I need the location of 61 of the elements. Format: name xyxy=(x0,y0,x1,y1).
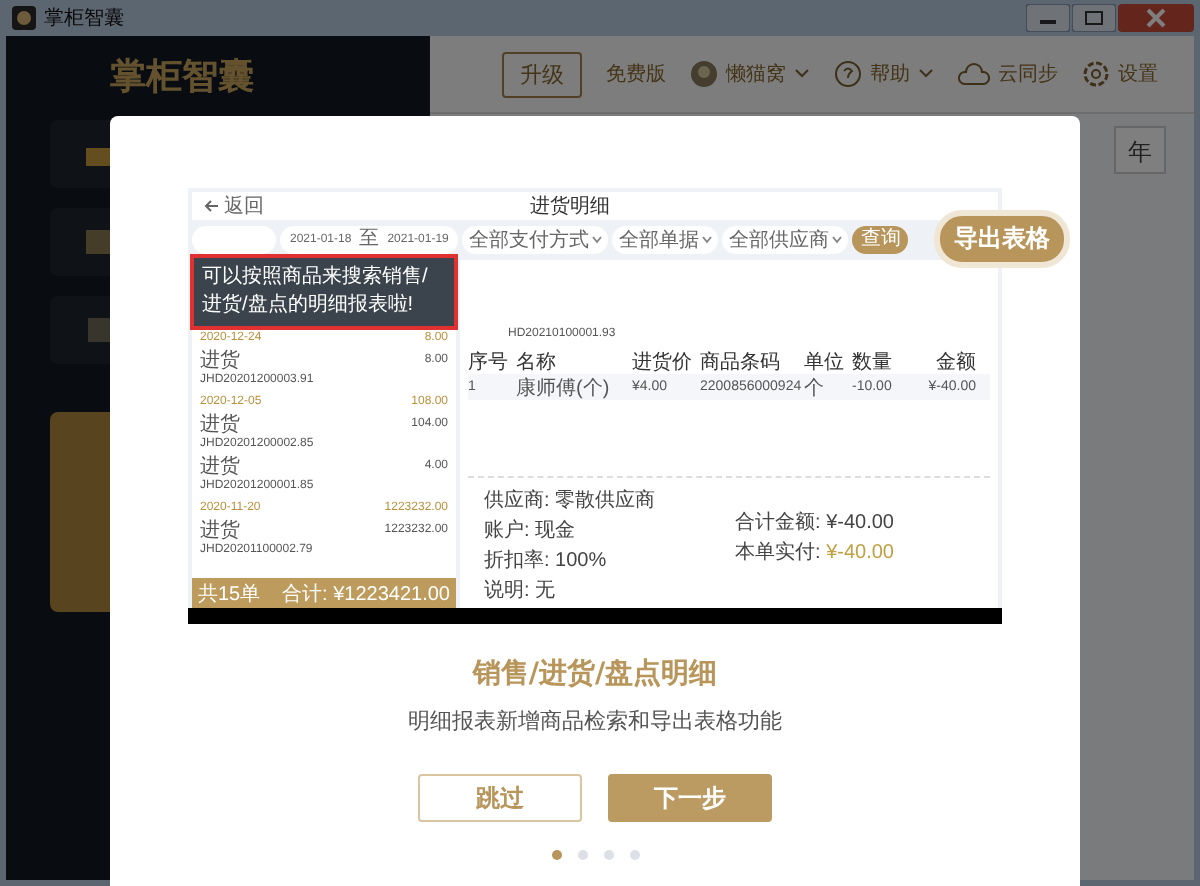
column-header: 单位 xyxy=(804,349,846,375)
minimize-icon[interactable] xyxy=(1026,4,1070,32)
caret-icon xyxy=(832,236,843,244)
order-count: 共15单 xyxy=(198,581,261,607)
caret-icon xyxy=(794,68,810,80)
upgrade-button[interactable]: 升级 xyxy=(502,51,582,97)
column-header: 序号 xyxy=(468,349,510,375)
column-header: 名称 xyxy=(516,349,558,375)
year-selector[interactable]: 年 xyxy=(1114,126,1166,174)
tooltip: 可以按照商品来搜索销售/进货/盘点的明细报表啦! xyxy=(194,258,454,326)
skip-button[interactable]: 跳过 xyxy=(418,774,582,822)
close-icon[interactable] xyxy=(1118,4,1194,32)
table-cell-text: 康师傅(个) xyxy=(516,375,612,401)
table-cell-text: 个 xyxy=(804,375,826,401)
cloud-icon xyxy=(958,62,990,86)
help-icon xyxy=(834,60,862,88)
column-header: 商品条码 xyxy=(700,349,782,375)
filter-dropdown[interactable]: 全部支付方式 xyxy=(462,226,609,254)
total-amount: 合计: ¥1223421.00 xyxy=(282,581,450,607)
info-text: 账户: 现金 xyxy=(484,517,578,544)
page-dot[interactable] xyxy=(551,850,561,860)
avatar-icon xyxy=(690,60,718,88)
dialog-title: 销售/进货/盘点明细 xyxy=(472,656,718,692)
back-arrow-icon xyxy=(204,200,218,212)
help-menu[interactable]: 帮助 xyxy=(870,60,910,88)
order-type: 进货 xyxy=(200,347,240,373)
export-button[interactable]: 导出表格 xyxy=(934,210,1070,268)
filter-dropdown[interactable]: 全部供应商 xyxy=(722,226,849,254)
app-logo-icon xyxy=(12,6,36,30)
total-text: 合计金额: ¥-40.00 xyxy=(735,509,894,536)
user-name[interactable]: 懒猫窝 xyxy=(726,60,786,88)
app-logo: 掌柜智囊 xyxy=(108,54,256,100)
report-title: 进货明细 xyxy=(530,193,610,220)
order-type: 进货 xyxy=(200,453,240,479)
column-header: 进货价 xyxy=(632,349,694,375)
search-field[interactable] xyxy=(192,226,276,254)
column-header: 数量 xyxy=(852,349,894,375)
order-type: 进货 xyxy=(200,411,240,437)
settings-icon xyxy=(1082,60,1110,88)
maximize-icon[interactable] xyxy=(1072,4,1116,32)
query-button[interactable]: 查询 xyxy=(852,226,909,254)
settings-button[interactable]: 设置 xyxy=(1118,60,1158,88)
info-text: 说明: 无 xyxy=(484,578,558,604)
info-text: 折扣率: 100% xyxy=(484,547,609,574)
caret-icon xyxy=(918,68,934,80)
info-text: 供应商: 零散供应商 xyxy=(484,487,656,514)
total-text: 本单实付: ¥-40.00 xyxy=(735,539,894,566)
page-dot[interactable] xyxy=(629,850,639,860)
dialog-description: 明细报表新增商品检索和导出表格功能 xyxy=(408,706,782,736)
next-button[interactable]: 下一步 xyxy=(608,774,772,822)
order-type: 进货 xyxy=(200,517,240,543)
page-dot[interactable] xyxy=(577,850,587,860)
sync-button[interactable]: 云同步 xyxy=(998,60,1058,88)
filter-dropdown[interactable]: 全部单据 xyxy=(612,226,719,254)
page-dot[interactable] xyxy=(603,850,613,860)
caret-icon xyxy=(702,236,713,244)
back-link[interactable]: 返回 xyxy=(224,192,264,220)
caret-icon xyxy=(592,236,603,244)
edition-label: 免费版 xyxy=(606,61,666,88)
column-header: 金额 xyxy=(934,349,976,375)
window-title: 掌柜智囊 xyxy=(44,5,124,32)
